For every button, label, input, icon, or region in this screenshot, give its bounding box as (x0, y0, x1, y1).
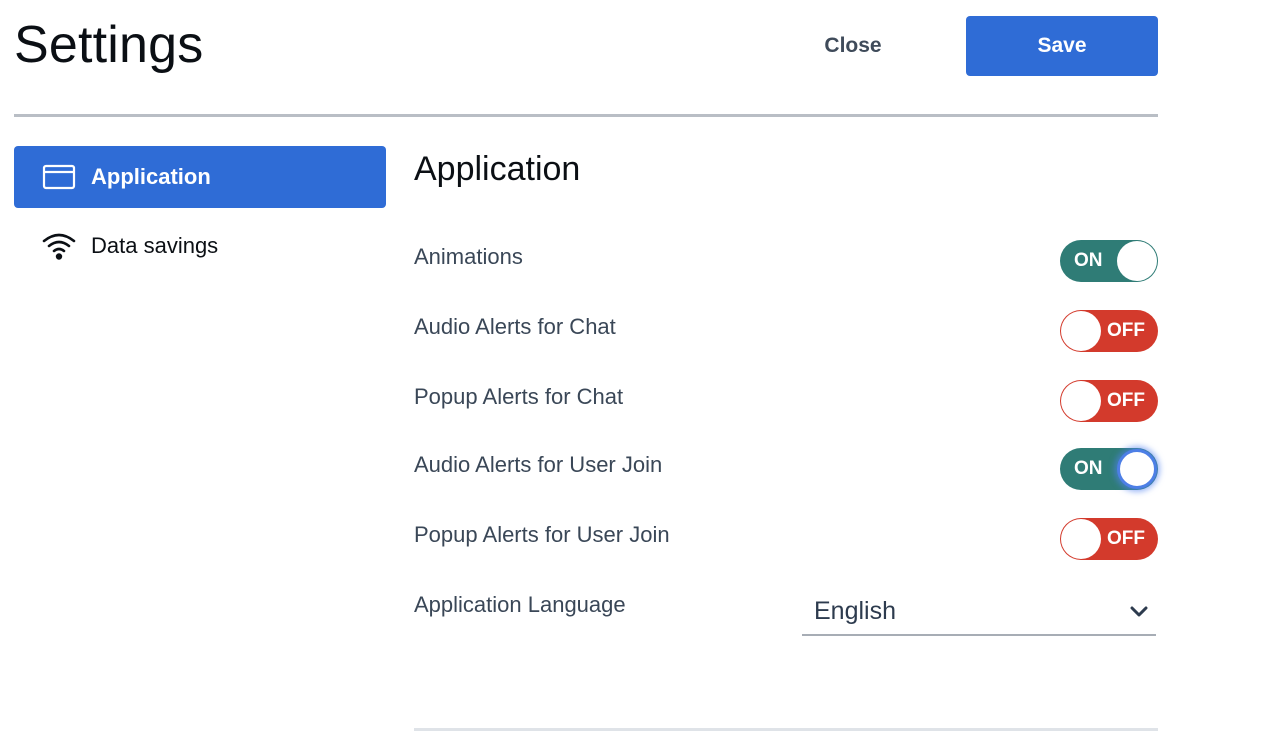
sidebar-item-label: Application (91, 164, 211, 189)
toggle-state: OFF (1107, 320, 1145, 341)
toggle-knob (1117, 241, 1157, 281)
popup-alerts-chat-label: Popup Alerts for Chat (414, 384, 624, 409)
toggle-state: ON (1074, 250, 1103, 271)
sidebar-item-data-savings[interactable]: Data savings (14, 215, 386, 277)
audio-alerts-chat-label: Audio Alerts for Chat (414, 314, 616, 339)
toggle-knob (1061, 311, 1101, 351)
popup-alerts-user-join-label: Popup Alerts for User Join (414, 522, 670, 547)
save-button[interactable]: Save (966, 16, 1158, 76)
toggle-state: ON (1074, 458, 1103, 479)
audio-alerts-user-join-toggle[interactable]: ON (1060, 448, 1158, 490)
header-divider (14, 114, 1158, 117)
sidebar-item-label: Data savings (91, 233, 219, 258)
section-title: Application (414, 150, 581, 188)
application-window-icon (42, 164, 76, 190)
popup-alerts-chat-toggle[interactable]: OFF (1060, 380, 1158, 422)
toggle-knob (1061, 519, 1101, 559)
audio-alerts-chat-toggle[interactable]: OFF (1060, 310, 1158, 352)
chevron-down-icon (1130, 606, 1148, 617)
audio-alerts-user-join-label: Audio Alerts for User Join (414, 452, 663, 477)
language-select[interactable]: English (802, 592, 1156, 636)
language-select-value: English (814, 597, 896, 625)
sidebar-item-application[interactable]: Application (14, 146, 386, 208)
toggle-state: OFF (1107, 390, 1145, 411)
close-button[interactable]: Close (808, 24, 898, 68)
application-language-label: Application Language (414, 592, 626, 617)
animations-toggle[interactable]: ON (1060, 240, 1158, 282)
wifi-icon (42, 233, 76, 260)
page-title: Settings (14, 16, 204, 74)
toggle-knob (1117, 449, 1157, 489)
toggle-state: OFF (1107, 528, 1145, 549)
toggle-knob (1061, 381, 1101, 421)
footer-divider (414, 728, 1158, 731)
animations-label: Animations (414, 244, 523, 269)
popup-alerts-user-join-toggle[interactable]: OFF (1060, 518, 1158, 560)
